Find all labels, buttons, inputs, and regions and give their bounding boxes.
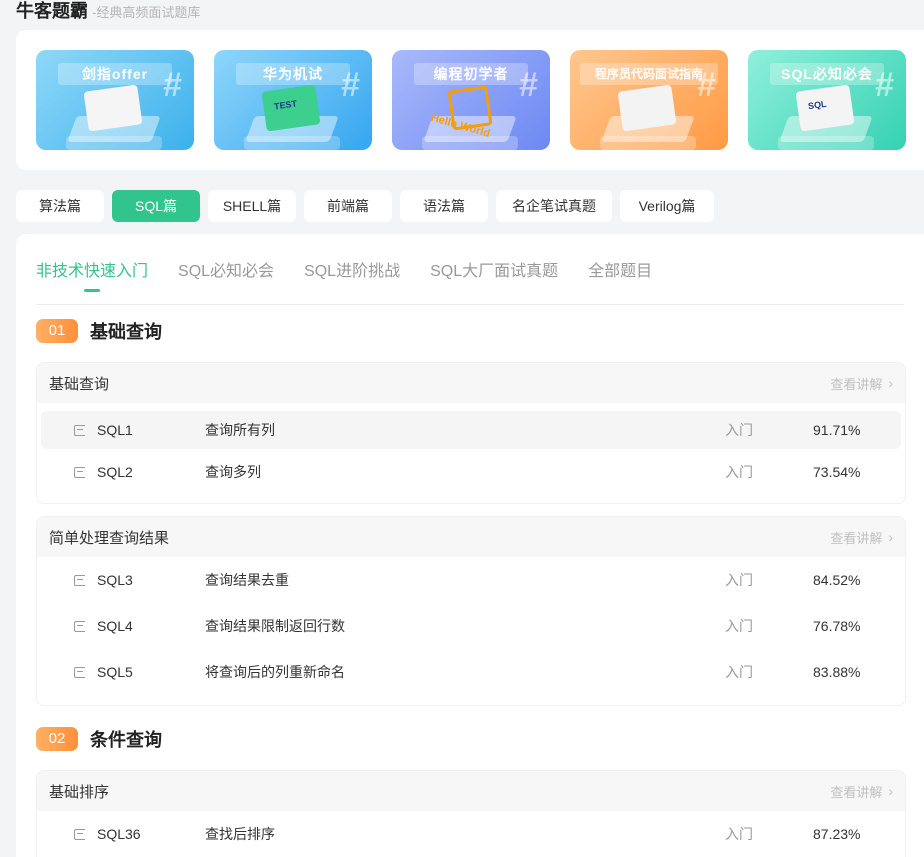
chevron-right-icon: › [888, 783, 893, 799]
view-explanation-link[interactable]: 查看讲解 › [830, 782, 893, 801]
chevron-right-icon: › [888, 529, 893, 545]
question-id: SQL4 [97, 618, 133, 634]
pass-rate: 76.78% [813, 618, 861, 634]
question-icon [74, 666, 85, 678]
question-id: SQL36 [97, 826, 141, 842]
question-title[interactable]: 查找后排序 [205, 824, 275, 844]
question-row[interactable]: SQL4 查询结果限制返回行数 入门 76.78% [41, 603, 901, 649]
section-card: 基础排序 查看讲解 › SQL36 查找后排序 入门 87.23% [36, 770, 906, 857]
pass-rate: 87.23% [813, 826, 861, 842]
banner-label: SQL必知必会 [770, 63, 884, 85]
hash-icon: # [163, 66, 182, 104]
category-tab-company-exam[interactable]: 名企笔试真题 [496, 190, 612, 222]
difficulty-level: 入门 [725, 572, 753, 588]
hash-icon: # [341, 66, 360, 104]
question-icon [74, 828, 85, 840]
question-title[interactable]: 将查询后的列重新命名 [205, 662, 345, 682]
chapter-title: 条件查询 [90, 730, 162, 750]
sub-tabs: 非技术快速入门 SQL必知必会 SQL进阶挑战 SQL大厂面试真题 全部题目 [36, 262, 682, 292]
banner-jianzhi-offer[interactable]: 剑指offer # [36, 50, 194, 150]
question-row[interactable]: SQL5 将查询后的列重新命名 入门 83.88% [41, 649, 901, 695]
view-explanation-link[interactable]: 查看讲解 › [830, 374, 893, 393]
book-icon [83, 84, 143, 132]
category-tab-frontend[interactable]: 前端篇 [304, 190, 392, 222]
book-icon [617, 84, 677, 132]
section-card: 简单处理查询结果 查看讲解 › SQL3 查询结果去重 入门 84.52% SQL… [36, 516, 906, 706]
chapter-title: 基础查询 [90, 322, 162, 342]
banner-code-interview-guide[interactable]: 程序员代码面试指南 # [570, 50, 728, 150]
pass-rate: 73.54% [813, 464, 861, 480]
banner-beginner[interactable]: 编程初学者 # Hello World [392, 50, 550, 150]
link-label: 查看讲解 [830, 530, 883, 546]
question-icon [74, 424, 85, 436]
pass-rate: 91.71% [813, 422, 861, 438]
pass-rate: 84.52% [813, 572, 861, 588]
category-tab-shell[interactable]: SHELL篇 [208, 190, 296, 222]
chapter-number: 01 [36, 319, 78, 343]
section-header: 简单处理查询结果 查看讲解 › [37, 517, 905, 557]
divider [36, 304, 904, 305]
question-id: SQL1 [97, 422, 133, 438]
banner-label: 编程初学者 [414, 63, 528, 85]
section-header: 基础排序 查看讲解 › [37, 771, 905, 811]
tab-sql-advanced[interactable]: SQL进阶挑战 [304, 262, 400, 282]
chapter-heading: 01 基础查询 [36, 318, 162, 344]
section-name: 基础查询 [49, 375, 110, 393]
banner-huawei-test[interactable]: 华为机试 # TEST [214, 50, 372, 150]
banner-label: 华为机试 [236, 63, 350, 85]
section-name: 简单处理查询结果 [49, 529, 170, 547]
difficulty-level: 入门 [725, 664, 753, 680]
pass-rate: 83.88% [813, 664, 861, 680]
question-panel: 非技术快速入门 SQL必知必会 SQL进阶挑战 SQL大厂面试真题 全部题目 0… [16, 234, 924, 857]
hash-icon: # [697, 66, 716, 104]
hash-icon: # [519, 66, 538, 104]
page-header: 牛客题霸 -经典高频面试题库 [16, 0, 200, 24]
question-row[interactable]: SQL3 查询结果去重 入门 84.52% [41, 557, 901, 603]
page-subtitle: -经典高频面试题库 [92, 5, 201, 20]
view-explanation-link[interactable]: 查看讲解 › [830, 528, 893, 547]
tab-non-tech-quickstart[interactable]: 非技术快速入门 [36, 262, 148, 292]
category-tabs: 算法篇 SQL篇 SHELL篇 前端篇 语法篇 名企笔试真题 Verilog篇 [16, 190, 722, 222]
category-tab-sql[interactable]: SQL篇 [112, 190, 200, 222]
question-icon [74, 466, 85, 478]
banner-label: 剑指offer [58, 63, 172, 85]
chapter-heading: 02 条件查询 [36, 726, 162, 752]
banner-carousel: 剑指offer # 华为机试 # TEST 编程初学者 # Hello Worl… [16, 30, 924, 170]
hash-icon: # [875, 66, 894, 104]
question-row[interactable]: SQL36 查找后排序 入门 87.23% [41, 811, 901, 857]
question-row[interactable]: SQL2 查询多列 入门 73.54% [41, 449, 901, 495]
question-id: SQL3 [97, 572, 133, 588]
question-title[interactable]: 查询多列 [205, 462, 261, 482]
category-tab-algorithm[interactable]: 算法篇 [16, 190, 104, 222]
category-tab-verilog[interactable]: Verilog篇 [620, 190, 714, 222]
difficulty-level: 入门 [725, 826, 753, 842]
question-title[interactable]: 查询结果限制返回行数 [205, 616, 345, 636]
chevron-right-icon: › [888, 375, 893, 391]
tab-sql-company-interview[interactable]: SQL大厂面试真题 [430, 262, 558, 282]
section-header: 基础查询 查看讲解 › [37, 363, 905, 403]
difficulty-level: 入门 [725, 422, 753, 438]
category-tab-syntax[interactable]: 语法篇 [400, 190, 488, 222]
chapter-number: 02 [36, 727, 78, 751]
section-card: 基础查询 查看讲解 › SQL1 查询所有列 入门 91.71% SQL2 查询多… [36, 362, 906, 504]
section-name: 基础排序 [49, 783, 110, 801]
banner-sql-must-know[interactable]: SQL必知必会 # SQL [748, 50, 906, 150]
question-id: SQL2 [97, 464, 133, 480]
question-icon [74, 574, 85, 586]
page-title: 牛客题霸 [16, 1, 88, 21]
difficulty-level: 入门 [725, 618, 753, 634]
question-icon [74, 620, 85, 632]
difficulty-level: 入门 [725, 464, 753, 480]
link-label: 查看讲解 [830, 376, 883, 392]
question-title[interactable]: 查询结果去重 [205, 570, 289, 590]
tab-all-questions[interactable]: 全部题目 [588, 262, 652, 282]
question-row[interactable]: SQL1 查询所有列 入门 91.71% [41, 411, 901, 449]
tab-sql-must-know[interactable]: SQL必知必会 [178, 262, 274, 282]
link-label: 查看讲解 [830, 784, 883, 800]
question-title[interactable]: 查询所有列 [205, 420, 275, 440]
question-id: SQL5 [97, 664, 133, 680]
